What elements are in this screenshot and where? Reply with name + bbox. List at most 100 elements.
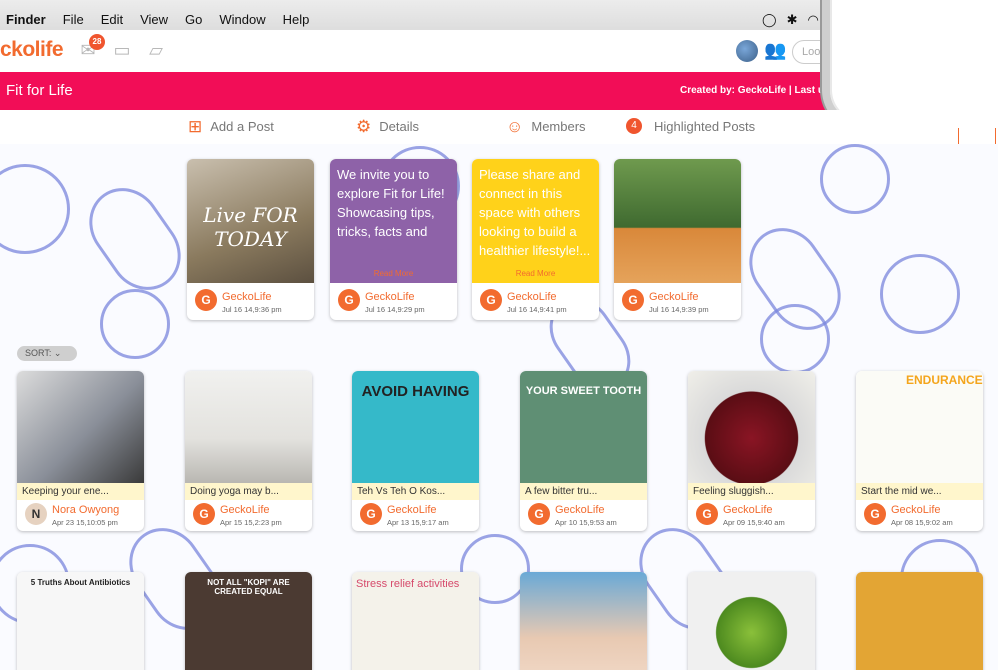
highlighted-post-card[interactable]: Please share and connect in this space w… <box>472 159 599 320</box>
tab-details[interactable]: ⚙ Details <box>356 118 419 135</box>
menu-view[interactable]: View <box>140 12 168 27</box>
post-card[interactable]: Doing yoga may b... G GeckoLife Apr 15 1… <box>185 371 312 531</box>
post-icon[interactable]: ▱ <box>144 41 168 59</box>
author-avatar[interactable]: G <box>360 503 382 525</box>
bg-ball <box>820 144 890 214</box>
image-title: 5 Truths About Antibiotics <box>30 578 131 587</box>
post-text: Please share and connect in this space w… <box>472 159 599 283</box>
post-card[interactable]: YOUR SWEET TOOTH A few bitter tru... G G… <box>520 371 647 531</box>
post-text: We invite you to explore Fit for Life! S… <box>330 159 457 283</box>
author-name[interactable]: GeckoLife <box>891 504 941 516</box>
notification-badge: 28 <box>89 34 105 50</box>
image-title: NOT ALL "KOPI" ARE CREATED EQUAL <box>207 578 290 596</box>
tab-add-post-label: Add a Post <box>210 119 274 134</box>
status-icons: ◯ ✱ ◠ <box>762 12 819 28</box>
author-avatar[interactable]: G <box>864 503 886 525</box>
post-image <box>614 159 741 283</box>
menu-window[interactable]: Window <box>219 12 265 27</box>
wifi-icon[interactable]: ◠ <box>807 12 818 28</box>
tab-details-label: Details <box>379 119 419 134</box>
tab-highlighted[interactable]: 4 Highlighted Posts <box>626 118 755 134</box>
post-image <box>856 572 983 670</box>
post-image: AVOID HAVING <box>352 371 479 483</box>
bg-ball <box>0 164 70 254</box>
author-avatar[interactable]: G <box>480 289 502 311</box>
menu-edit[interactable]: Edit <box>101 12 123 27</box>
bg-ball <box>74 173 196 305</box>
highlighted-post-card[interactable]: Live FOR TODAY G GeckoLife Jul 16 14,9:3… <box>187 159 314 320</box>
tab-add-post[interactable]: ⊞ Add a Post <box>188 118 274 135</box>
post-date: Apr 09 15,9:40 am <box>723 518 785 527</box>
post-caption: Start the mid we... <box>856 483 983 500</box>
post-image: Stress relief activities <box>352 572 479 670</box>
add-post-icon: ⊞ <box>188 117 203 136</box>
group-nav: ⊞ Add a Post ⚙ Details ☺ Members 4 Highl… <box>0 110 998 144</box>
app-logo[interactable]: ckolife <box>0 38 64 62</box>
author-name[interactable]: GeckoLife <box>220 504 270 516</box>
tab-highlighted-label: Highlighted Posts <box>654 118 756 134</box>
post-image: YOUR SWEET TOOTH <box>520 371 647 483</box>
post-image <box>520 572 647 670</box>
author-name[interactable]: GeckoLife <box>507 291 557 303</box>
post-card[interactable] <box>688 572 815 670</box>
image-title: YOUR SWEET TOOTH <box>525 385 642 397</box>
post-card[interactable] <box>856 572 983 670</box>
author-avatar[interactable]: G <box>696 503 718 525</box>
author-avatar[interactable]: G <box>622 289 644 311</box>
author-avatar[interactable]: G <box>195 289 217 311</box>
menu-help[interactable]: Help <box>283 12 310 27</box>
post-date: Apr 15 15,2:23 pm <box>220 518 282 527</box>
gear-icon: ⚙ <box>356 117 372 136</box>
author-avatar[interactable]: G <box>338 289 360 311</box>
author-name[interactable]: GeckoLife <box>649 291 699 303</box>
post-date: Jul 16 14,9:36 pm <box>222 305 282 314</box>
author-name[interactable]: GeckoLife <box>555 504 605 516</box>
highlighted-post-card[interactable]: G GeckoLife Jul 16 14,9:39 pm <box>614 159 741 320</box>
post-caption: A few bitter tru... <box>520 483 647 500</box>
tab-members[interactable]: ☺ Members <box>506 118 586 135</box>
post-caption: Feeling sluggish... <box>688 483 815 500</box>
post-card[interactable]: NOT ALL "KOPI" ARE CREATED EQUAL <box>185 572 312 670</box>
bg-ball <box>880 254 960 334</box>
post-image: Live FOR TODAY <box>187 159 314 283</box>
post-image <box>185 371 312 483</box>
post-image: NOT ALL "KOPI" ARE CREATED EQUAL <box>185 572 312 670</box>
author-avatar[interactable]: G <box>528 503 550 525</box>
post-card[interactable]: ENDURANCE Start the mid we... G GeckoLif… <box>856 371 983 531</box>
post-card[interactable]: Keeping your ene... N Nora Owyong Apr 23… <box>17 371 144 531</box>
sort-dropdown[interactable]: SORT: ⌄ <box>17 346 77 361</box>
people-icon[interactable]: 👥 <box>764 40 786 62</box>
post-date: Jul 16 14,9:29 pm <box>365 305 425 314</box>
image-title: ENDURANCE <box>906 373 983 387</box>
group-title: Fit for Life <box>6 82 73 99</box>
post-date: Apr 23 15,10:05 pm <box>52 518 118 527</box>
menu-finder[interactable]: Finder <box>6 12 46 27</box>
members-icon: ☺ <box>506 117 524 136</box>
post-image <box>17 371 144 483</box>
author-name[interactable]: GeckoLife <box>365 291 415 303</box>
chat-icon[interactable]: ▭ <box>110 41 134 59</box>
post-caption: Doing yoga may b... <box>185 483 312 500</box>
user-avatar[interactable] <box>736 40 758 62</box>
highlighted-post-card[interactable]: We invite you to explore Fit for Life! S… <box>330 159 457 320</box>
post-card[interactable]: AVOID HAVING Teh Vs Teh O Kos... G Gecko… <box>352 371 479 531</box>
author-name[interactable]: GeckoLife <box>222 291 272 303</box>
post-date: Jul 16 14,9:39 pm <box>649 305 709 314</box>
post-card[interactable]: 5 Truths About Antibiotics <box>17 572 144 670</box>
post-card[interactable]: Feeling sluggish... G GeckoLife Apr 09 1… <box>688 371 815 531</box>
author-avatar[interactable]: G <box>193 503 215 525</box>
bluetooth-icon[interactable]: ✱ <box>787 12 798 28</box>
read-more-link[interactable]: Read More <box>330 269 457 278</box>
author-name[interactable]: GeckoLife <box>387 504 437 516</box>
author-name[interactable]: GeckoLife <box>723 504 773 516</box>
read-more-link[interactable]: Read More <box>472 269 599 278</box>
menu-file[interactable]: File <box>63 12 84 27</box>
menu-go[interactable]: Go <box>185 12 202 27</box>
author-name[interactable]: Nora Owyong <box>52 504 119 516</box>
post-date: Jul 16 14,9:41 pm <box>507 305 567 314</box>
post-card[interactable]: Stress relief activities <box>352 572 479 670</box>
speech-icon[interactable]: ◯ <box>762 12 777 28</box>
post-card[interactable] <box>520 572 647 670</box>
highlighted-count-badge: 4 <box>626 118 642 134</box>
author-avatar[interactable]: N <box>25 503 47 525</box>
